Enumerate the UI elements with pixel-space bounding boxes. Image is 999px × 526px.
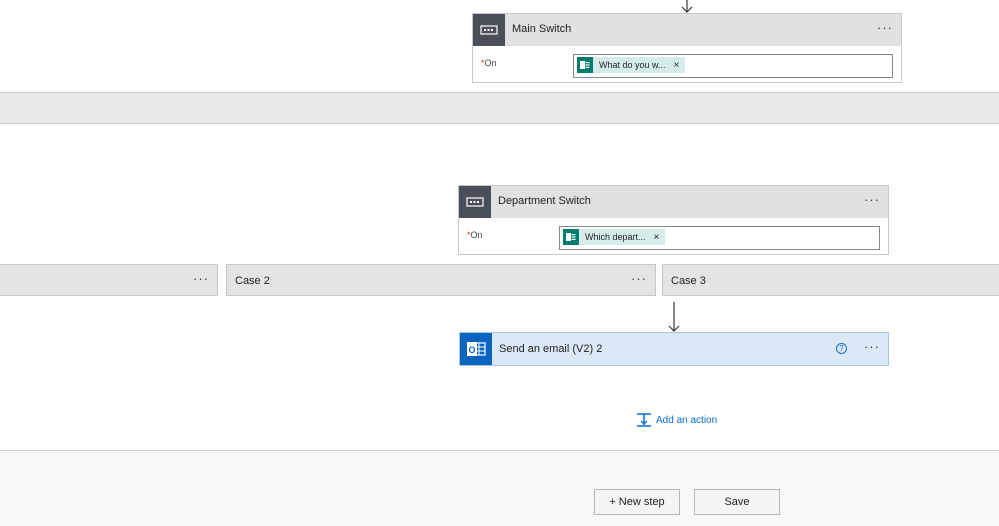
- more-options-icon[interactable]: ···: [193, 272, 209, 285]
- send-email-action-card[interactable]: O Send an email (V2) 2 ? ···: [459, 332, 889, 366]
- help-icon[interactable]: ?: [836, 343, 847, 354]
- on-field-label: *On: [467, 230, 483, 240]
- more-options-icon[interactable]: ···: [864, 340, 880, 353]
- more-options-icon[interactable]: ···: [877, 21, 893, 34]
- switch-band: [0, 92, 999, 124]
- more-options-icon[interactable]: ···: [864, 193, 880, 206]
- flow-arrow-icon: [668, 302, 680, 332]
- add-action-icon: [637, 413, 651, 427]
- department-switch-on-input[interactable]: Which depart... ×: [559, 226, 880, 250]
- on-label: On: [470, 230, 483, 240]
- case-1-header[interactable]: ···: [0, 264, 218, 296]
- main-switch-on-input[interactable]: What do you w... ×: [573, 54, 893, 78]
- dynamic-content-token[interactable]: Which depart... ×: [563, 229, 666, 245]
- case-label: Case 3: [671, 275, 706, 287]
- department-switch-title: Department Switch: [498, 195, 591, 207]
- department-switch-header[interactable]: Department Switch ···: [459, 186, 888, 218]
- new-step-button[interactable]: + New step: [594, 489, 680, 515]
- switch-icon: [473, 14, 505, 46]
- case-label: Case 2: [235, 275, 270, 287]
- main-switch-title: Main Switch: [512, 23, 572, 35]
- token-text: What do you w...: [599, 60, 666, 70]
- main-switch-header[interactable]: Main Switch ···: [473, 14, 901, 46]
- token-text: Which depart...: [585, 232, 646, 242]
- token-remove-icon[interactable]: ×: [654, 232, 660, 243]
- main-switch-card[interactable]: Main Switch ··· *On What do you w... ×: [472, 13, 902, 83]
- on-label: On: [484, 58, 497, 68]
- flow-arrow-icon: [681, 0, 693, 13]
- svg-text:O: O: [468, 345, 475, 355]
- forms-icon: [563, 229, 579, 245]
- footer-area: [0, 450, 999, 526]
- add-action-label: Add an action: [656, 414, 718, 426]
- on-field-label: *On: [481, 58, 497, 68]
- case-2-header[interactable]: Case 2 ···: [226, 264, 656, 296]
- dynamic-content-token[interactable]: What do you w... ×: [577, 57, 686, 73]
- save-button[interactable]: Save: [694, 489, 780, 515]
- add-action-link[interactable]: Add an action: [636, 411, 726, 429]
- switch-icon: [459, 186, 491, 218]
- outlook-icon: O: [460, 333, 492, 365]
- case-3-header[interactable]: Case 3: [662, 264, 999, 296]
- more-options-icon[interactable]: ···: [631, 272, 647, 285]
- token-remove-icon[interactable]: ×: [674, 60, 680, 71]
- forms-icon: [577, 57, 593, 73]
- send-email-title: Send an email (V2) 2: [499, 343, 603, 355]
- department-switch-card[interactable]: Department Switch ··· *On Which depart..…: [458, 185, 889, 255]
